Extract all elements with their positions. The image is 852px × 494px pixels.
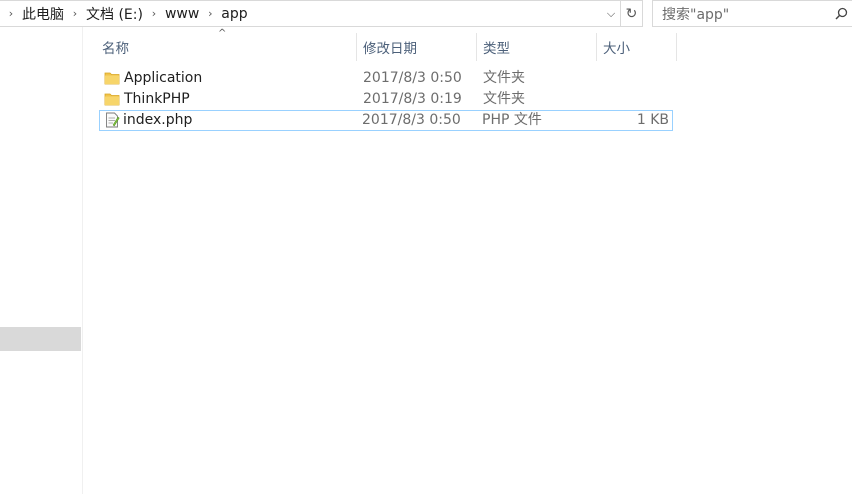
chevron-right-icon[interactable]: › [3, 7, 19, 20]
folder-icon [104, 70, 120, 86]
column-divider[interactable] [676, 33, 677, 61]
breadcrumb-app[interactable]: app [218, 6, 250, 22]
breadcrumb-this-pc[interactable]: 此电脑 [19, 4, 67, 24]
breadcrumb: › 此电脑 › 文档 (E:) › www › app [0, 1, 602, 26]
file-row-thinkphp[interactable]: ThinkPHP 2017/8/3 0:19 文件夹 [99, 89, 673, 110]
navigation-pane[interactable] [0, 27, 83, 494]
file-row-index-php[interactable]: index.php 2017/8/3 0:50 PHP 文件 1 KB [99, 110, 673, 131]
column-header-name[interactable]: 名称 [96, 33, 356, 61]
file-size: 1 KB [636, 112, 669, 128]
chevron-right-icon[interactable]: › [67, 7, 83, 20]
chevron-down-icon: ⌵ [606, 6, 616, 20]
file-name: index.php [123, 112, 193, 128]
file-name: ThinkPHP [124, 91, 190, 107]
search-placeholder: 搜索"app" [662, 6, 730, 23]
file-name: Application [124, 70, 203, 86]
address-bar[interactable]: › 此电脑 › 文档 (E:) › www › app ⌵ ↻ [0, 0, 643, 27]
file-row-application[interactable]: Application 2017/8/3 0:50 文件夹 [99, 68, 673, 89]
folder-icon [104, 91, 120, 107]
breadcrumb-www[interactable]: www [162, 6, 202, 22]
chevron-right-icon[interactable]: › [202, 7, 218, 20]
file-size [600, 69, 670, 88]
refresh-button[interactable]: ↻ [620, 1, 642, 26]
php-file-icon [104, 112, 120, 128]
column-header-type[interactable]: 类型 [477, 33, 596, 61]
address-history-dropdown[interactable]: ⌵ [602, 1, 620, 26]
file-size [600, 90, 670, 109]
file-modified: 2017/8/3 0:50 [362, 112, 461, 128]
nav-selected-item[interactable] [0, 327, 81, 351]
file-type: 文件夹 [483, 91, 525, 107]
file-modified: 2017/8/3 0:50 [363, 70, 462, 86]
search-icon[interactable] [830, 7, 852, 20]
file-type: PHP 文件 [482, 112, 542, 128]
column-header-size[interactable]: 大小 [597, 33, 676, 61]
file-modified: 2017/8/3 0:19 [363, 91, 462, 107]
chevron-right-icon[interactable]: › [146, 7, 162, 20]
breadcrumb-drive-e[interactable]: 文档 (E:) [83, 4, 146, 24]
refresh-icon: ↻ [625, 5, 638, 22]
column-header-modified[interactable]: 修改日期 [357, 33, 476, 61]
file-type: 文件夹 [483, 70, 525, 86]
search-input[interactable]: 搜索"app" [652, 0, 852, 27]
